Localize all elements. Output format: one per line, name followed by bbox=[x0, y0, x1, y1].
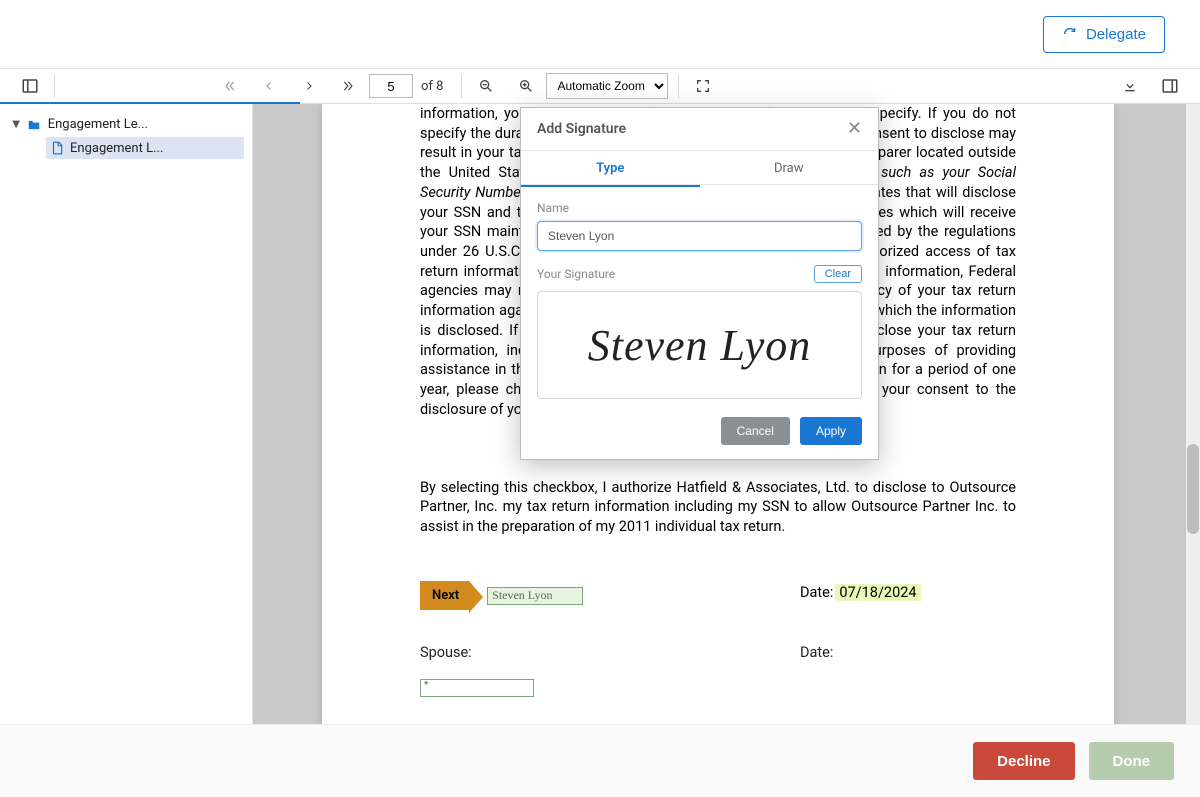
document-paragraph-2: By selecting this checkbox, I authorize … bbox=[420, 478, 1016, 537]
signature-field-label: Your Signature bbox=[537, 267, 615, 281]
last-page-icon[interactable] bbox=[329, 68, 369, 104]
date-value: 07/18/2024 bbox=[835, 584, 920, 601]
next-page-icon[interactable] bbox=[289, 68, 329, 104]
spouse-label: Spouse: bbox=[420, 644, 472, 661]
tab-type-label: Type bbox=[596, 161, 624, 176]
tab-draw[interactable]: Draw bbox=[700, 151, 879, 184]
signature-field[interactable]: Steven Lyon bbox=[487, 587, 583, 605]
document-tree: ▶ Engagement Le... Engagement L... bbox=[0, 104, 253, 724]
prev-page-icon[interactable] bbox=[249, 68, 289, 104]
tree-folder[interactable]: ▶ Engagement Le... bbox=[8, 114, 244, 135]
chevron-down-icon: ▶ bbox=[10, 121, 21, 129]
signature-preview: Steven Lyon bbox=[492, 588, 552, 603]
next-tag-label: Next bbox=[432, 588, 459, 603]
scrollbar[interactable] bbox=[1186, 104, 1200, 724]
decline-label: Decline bbox=[997, 753, 1050, 770]
tree-folder-label: Engagement Le... bbox=[48, 117, 148, 132]
required-field[interactable]: * bbox=[420, 679, 534, 697]
delegate-button[interactable]: Delegate bbox=[1043, 16, 1165, 53]
clear-button[interactable]: Clear bbox=[814, 265, 862, 283]
zoom-out-icon[interactable] bbox=[466, 68, 506, 104]
close-icon[interactable]: ✕ bbox=[847, 120, 862, 138]
zoom-select[interactable]: Automatic Zoom bbox=[546, 73, 668, 99]
pdf-file-icon bbox=[50, 140, 64, 156]
required-placeholder: * bbox=[424, 680, 428, 691]
pdf-toolbar: of 8 Automatic Zoom bbox=[0, 68, 1200, 104]
tab-draw-label: Draw bbox=[774, 161, 804, 176]
tree-file-label: Engagement L... bbox=[70, 141, 163, 156]
zoom-in-icon[interactable] bbox=[506, 68, 546, 104]
action-bar: Decline Done bbox=[0, 724, 1200, 797]
signature-canvas[interactable]: Steven Lyon bbox=[537, 291, 862, 399]
share-icon bbox=[1062, 26, 1078, 42]
done-button[interactable]: Done bbox=[1089, 742, 1175, 780]
scrollbar-thumb[interactable] bbox=[1187, 444, 1199, 534]
name-field-label: Name bbox=[537, 201, 862, 215]
page-count-label: of 8 bbox=[421, 79, 443, 94]
tree-file[interactable]: Engagement L... bbox=[46, 137, 244, 159]
first-page-icon[interactable] bbox=[209, 68, 249, 104]
name-input[interactable] bbox=[537, 221, 862, 251]
tab-type[interactable]: Type bbox=[521, 151, 700, 184]
delegate-label: Delegate bbox=[1086, 26, 1146, 43]
modal-title: Add Signature bbox=[537, 121, 626, 137]
cancel-button[interactable]: Cancel bbox=[721, 417, 790, 445]
signature-rendered: Steven Lyon bbox=[588, 320, 812, 371]
clear-label: Clear bbox=[825, 268, 851, 280]
date2-label: Date: bbox=[800, 644, 833, 661]
bookmark-panel-icon[interactable] bbox=[1150, 68, 1190, 104]
apply-button[interactable]: Apply bbox=[800, 417, 862, 445]
date-label: Date: bbox=[800, 584, 833, 601]
page-number-input[interactable] bbox=[369, 74, 413, 98]
fullscreen-icon[interactable] bbox=[683, 68, 723, 104]
decline-button[interactable]: Decline bbox=[973, 742, 1074, 780]
next-tag[interactable]: Next bbox=[420, 581, 469, 610]
apply-label: Apply bbox=[816, 424, 846, 438]
done-label: Done bbox=[1113, 753, 1151, 770]
add-signature-modal: Add Signature ✕ Type Draw Name Your Sign… bbox=[520, 107, 879, 460]
cancel-label: Cancel bbox=[737, 424, 774, 438]
top-bar: Delegate bbox=[0, 0, 1200, 68]
download-icon[interactable] bbox=[1110, 68, 1150, 104]
folder-icon bbox=[26, 118, 42, 132]
toggle-sidebar-icon[interactable] bbox=[10, 68, 50, 104]
